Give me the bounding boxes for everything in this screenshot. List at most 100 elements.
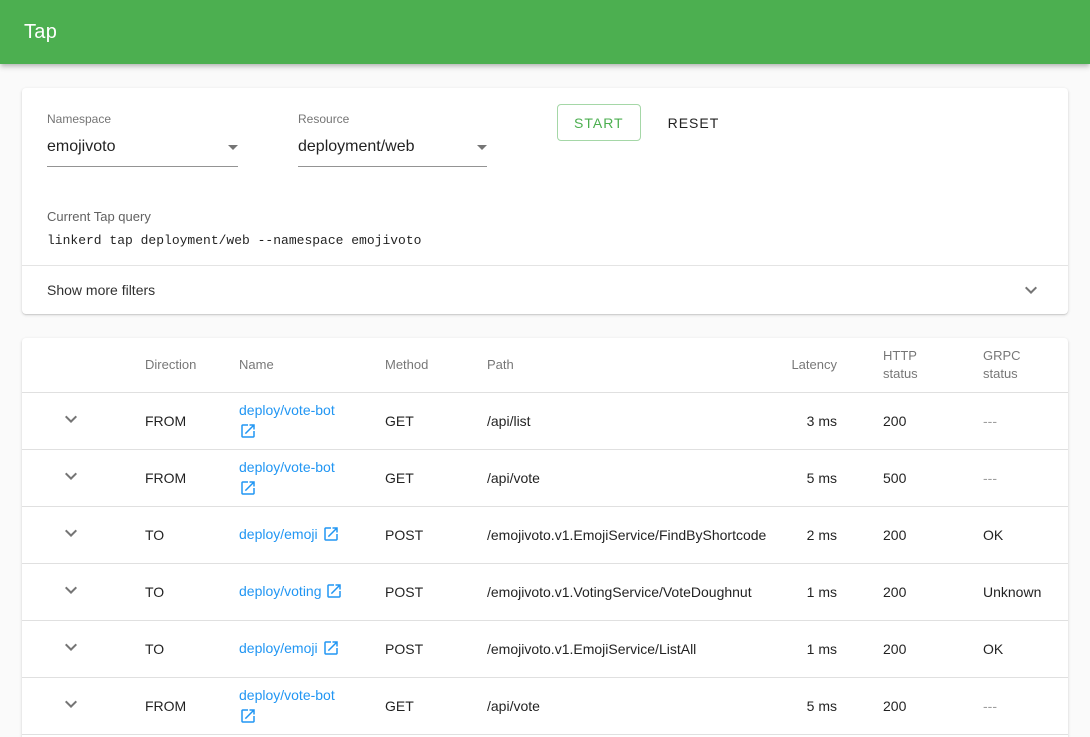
expand-cell bbox=[22, 677, 120, 734]
path-cell: /api/vote bbox=[487, 449, 767, 506]
method-cell: POST bbox=[385, 506, 487, 563]
direction-cell: FROM bbox=[120, 677, 239, 734]
tap-query-card: Namespace emojivoto Resource deployment/… bbox=[22, 88, 1068, 314]
name-cell: deploy/vote-bot bbox=[239, 677, 385, 734]
expand-cell bbox=[22, 563, 120, 620]
resource-select[interactable]: Resource deployment/web bbox=[298, 112, 487, 167]
column-header-path: Path bbox=[487, 338, 767, 392]
table-row: TO deploy/emoji POST /emojivoto.v1.Emoji… bbox=[22, 506, 1068, 563]
show-more-filters[interactable]: Show more filters bbox=[22, 266, 1068, 314]
path-cell: /emojivoto.v1.EmojiService/FindByShortco… bbox=[487, 506, 767, 563]
chevron-down-icon bbox=[59, 578, 83, 602]
path-cell: /emojivoto.v1.VotingService/VoteDoughnut bbox=[487, 563, 767, 620]
expand-row-button[interactable] bbox=[59, 635, 83, 659]
expand-cell bbox=[22, 620, 120, 677]
http-status-cell: 200 bbox=[837, 620, 937, 677]
grpc-status-cell: Unknown bbox=[937, 563, 1068, 620]
query-label: Current Tap query bbox=[47, 209, 1043, 224]
show-more-filters-label: Show more filters bbox=[47, 282, 155, 298]
column-header-method: Method bbox=[385, 338, 487, 392]
open-in-new-icon[interactable] bbox=[239, 479, 257, 497]
open-in-new-icon[interactable] bbox=[322, 639, 340, 657]
expand-row-button[interactable] bbox=[59, 521, 83, 545]
chevron-down-icon bbox=[59, 464, 83, 488]
latency-cell: 2 ms bbox=[767, 506, 837, 563]
expand-cell bbox=[22, 449, 120, 506]
expand-row-button[interactable] bbox=[59, 578, 83, 602]
name-cell: deploy/vote-bot bbox=[239, 392, 385, 449]
chevron-down-icon bbox=[59, 521, 83, 545]
direction-cell: FROM bbox=[120, 449, 239, 506]
dropdown-arrow-icon bbox=[470, 135, 494, 159]
filter-row: Namespace emojivoto Resource deployment/… bbox=[22, 88, 1068, 167]
name-cell: deploy/emoji bbox=[239, 506, 385, 563]
start-button[interactable]: START bbox=[557, 104, 641, 141]
table-header-row: Direction Name Method Path Latency HTTP … bbox=[22, 338, 1068, 392]
expand-cell bbox=[22, 506, 120, 563]
open-in-new-icon[interactable] bbox=[239, 422, 257, 440]
column-header-latency: Latency bbox=[767, 338, 837, 392]
resource-link[interactable]: deploy/vote-bot bbox=[239, 402, 335, 418]
name-cell: deploy/voting bbox=[239, 563, 385, 620]
http-status-cell: 200 bbox=[837, 392, 937, 449]
latency-cell: 1 ms bbox=[767, 563, 837, 620]
tap-results-table: Direction Name Method Path Latency HTTP … bbox=[22, 338, 1068, 735]
open-in-new-icon[interactable] bbox=[322, 525, 340, 543]
resource-link[interactable]: deploy/emoji bbox=[239, 640, 318, 656]
column-header-name: Name bbox=[239, 338, 385, 392]
name-cell: deploy/emoji bbox=[239, 620, 385, 677]
namespace-label: Namespace bbox=[47, 112, 238, 126]
open-in-new-icon[interactable] bbox=[239, 707, 257, 725]
http-status-cell: 200 bbox=[837, 506, 937, 563]
current-query-block: Current Tap query linkerd tap deployment… bbox=[22, 167, 1068, 249]
expand-row-button[interactable] bbox=[59, 692, 83, 716]
expand-row-button[interactable] bbox=[59, 464, 83, 488]
grpc-status-cell: OK bbox=[937, 506, 1068, 563]
http-status-cell: 200 bbox=[837, 563, 937, 620]
chevron-down-icon bbox=[1019, 278, 1043, 302]
resource-link[interactable]: deploy/emoji bbox=[239, 526, 318, 542]
path-cell: /emojivoto.v1.EmojiService/ListAll bbox=[487, 620, 767, 677]
expand-row-button[interactable] bbox=[59, 407, 83, 431]
path-cell: /api/vote bbox=[487, 677, 767, 734]
latency-cell: 3 ms bbox=[767, 392, 837, 449]
table-row: FROM deploy/vote-bot GET /api/list 3 ms … bbox=[22, 392, 1068, 449]
chevron-down-icon bbox=[59, 692, 83, 716]
table-row: FROM deploy/vote-bot GET /api/vote 5 ms … bbox=[22, 677, 1068, 734]
direction-cell: TO bbox=[120, 506, 239, 563]
chevron-down-icon bbox=[59, 407, 83, 431]
direction-cell: TO bbox=[120, 620, 239, 677]
latency-cell: 5 ms bbox=[767, 449, 837, 506]
column-header-grpc-status: GRPC status bbox=[937, 338, 1068, 392]
grpc-status-cell: --- bbox=[937, 449, 1068, 506]
resource-link[interactable]: deploy/voting bbox=[239, 583, 322, 599]
expand-cell bbox=[22, 392, 120, 449]
http-status-cell: 500 bbox=[837, 449, 937, 506]
http-status-cell: 200 bbox=[837, 677, 937, 734]
resource-value: deployment/web bbox=[298, 138, 415, 156]
resource-link[interactable]: deploy/vote-bot bbox=[239, 687, 335, 703]
open-in-new-icon[interactable] bbox=[325, 582, 343, 600]
path-cell: /api/list bbox=[487, 392, 767, 449]
app-bar: Tap bbox=[0, 0, 1090, 64]
resource-label: Resource bbox=[298, 112, 487, 126]
method-cell: GET bbox=[385, 392, 487, 449]
namespace-select[interactable]: Namespace emojivoto bbox=[47, 112, 238, 167]
grpc-status-cell: OK bbox=[937, 620, 1068, 677]
name-cell: deploy/vote-bot bbox=[239, 449, 385, 506]
expand-column-header bbox=[22, 338, 120, 392]
column-header-direction: Direction bbox=[120, 338, 239, 392]
table-row: TO deploy/emoji POST /emojivoto.v1.Emoji… bbox=[22, 620, 1068, 677]
latency-cell: 5 ms bbox=[767, 677, 837, 734]
table-body: FROM deploy/vote-bot GET /api/list 3 ms … bbox=[22, 392, 1068, 734]
method-cell: GET bbox=[385, 449, 487, 506]
method-cell: POST bbox=[385, 620, 487, 677]
reset-button[interactable]: RESET bbox=[666, 104, 722, 141]
grpc-status-cell: --- bbox=[937, 392, 1068, 449]
grpc-status-cell: --- bbox=[937, 677, 1068, 734]
method-cell: GET bbox=[385, 677, 487, 734]
resource-link[interactable]: deploy/vote-bot bbox=[239, 459, 335, 475]
namespace-value: emojivoto bbox=[47, 138, 115, 156]
chevron-down-icon bbox=[59, 635, 83, 659]
table-row: TO deploy/voting POST /emojivoto.v1.Voti… bbox=[22, 563, 1068, 620]
